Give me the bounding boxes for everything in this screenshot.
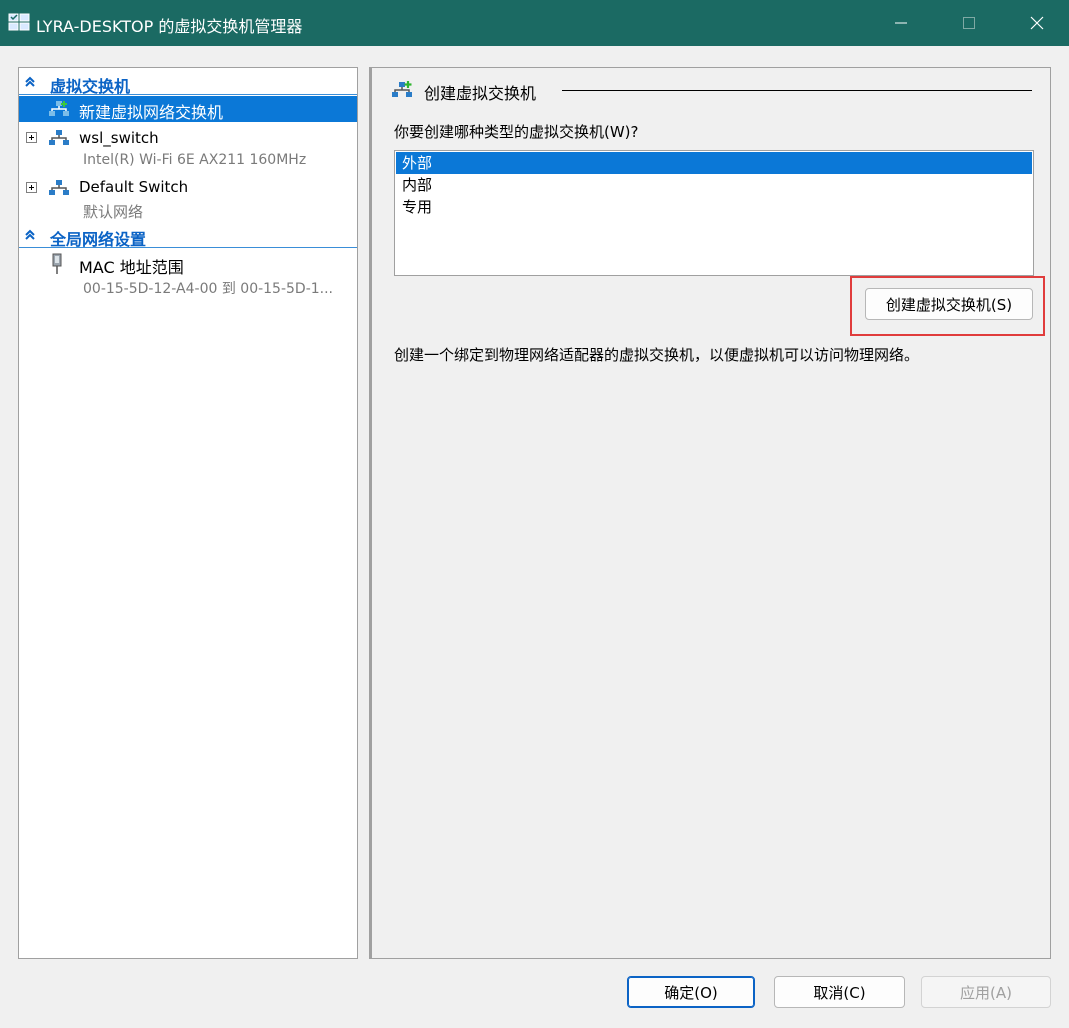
minimize-icon	[895, 22, 907, 24]
new-switch-icon	[49, 101, 69, 116]
panel-heading: 创建虚拟交换机	[424, 84, 537, 103]
expand-icon[interactable]	[26, 182, 37, 193]
window-title: LYRA-DESKTOP 的虚拟交换机管理器	[36, 17, 303, 36]
ok-button[interactable]: 确定(O)	[627, 976, 755, 1008]
mac-range-label: MAC 地址范围	[79, 258, 184, 277]
navigation-tree: 虚拟交换机 新建虚拟网络交换机 wsl_switch Intel(R) Wi-F…	[18, 67, 358, 959]
expand-icon[interactable]	[26, 132, 37, 143]
maximize-icon	[963, 17, 975, 29]
collapse-chevron-icon	[25, 76, 35, 87]
heading-divider	[562, 90, 1032, 91]
switch-manager-app-icon	[8, 13, 30, 31]
switch-type-listbox[interactable]: 外部 内部 专用	[394, 150, 1034, 276]
details-panel: 创建虚拟交换机 你要创建哪种类型的虚拟交换机(W)? 外部 内部 专用 创建虚拟…	[369, 67, 1051, 959]
switch-type-option-external[interactable]: 外部	[396, 152, 1032, 174]
network-adapter-icon	[52, 253, 62, 274]
minimize-button[interactable]	[870, 0, 932, 46]
close-button[interactable]	[1006, 0, 1068, 46]
network-switch-icon	[49, 130, 69, 145]
switch-name: Default Switch	[79, 178, 189, 196]
switch-type-option-private[interactable]: 专用	[396, 196, 1032, 218]
tree-item-label: 新建虚拟网络交换机	[79, 103, 224, 122]
switch-type-option-internal[interactable]: 内部	[396, 174, 1032, 196]
tree-item-wsl-switch[interactable]: wsl_switch Intel(R) Wi-Fi 6E AX211 160MH…	[19, 124, 357, 172]
switch-adapter: Intel(R) Wi-Fi 6E AX211 160MHz	[83, 152, 307, 168]
switch-type-description: 创建一个绑定到物理网络适配器的虚拟交换机，以便虚拟机可以访问物理网络。	[394, 346, 920, 364]
tree-item-default-switch[interactable]: Default Switch 默认网络	[19, 174, 357, 222]
switch-name: wsl_switch	[79, 129, 159, 147]
close-icon	[1030, 16, 1044, 30]
create-switch-icon	[392, 81, 412, 97]
network-switch-icon	[49, 180, 69, 195]
maximize-button[interactable]	[938, 0, 1000, 46]
tree-item-mac-range[interactable]: MAC 地址范围 00-15-5D-12-A4-00 到 00-15-5D-1.…	[19, 250, 357, 298]
collapse-chevron-icon	[25, 229, 35, 240]
mac-range-value: 00-15-5D-12-A4-00 到 00-15-5D-1...	[83, 281, 334, 297]
apply-button[interactable]: 应用(A)	[921, 976, 1051, 1008]
section-global-network-settings[interactable]: 全局网络设置	[19, 225, 357, 249]
tree-item-new-switch[interactable]: 新建虚拟网络交换机	[19, 96, 357, 122]
section-virtual-switches[interactable]: 虚拟交换机	[19, 72, 357, 96]
section-label: 全局网络设置	[50, 230, 147, 249]
switch-adapter: 默认网络	[83, 203, 144, 221]
create-virtual-switch-button[interactable]: 创建虚拟交换机(S)	[865, 288, 1033, 320]
section-label: 虚拟交换机	[50, 77, 131, 96]
switch-type-prompt: 你要创建哪种类型的虚拟交换机(W)?	[394, 123, 639, 141]
cancel-button[interactable]: 取消(C)	[774, 976, 905, 1008]
title-bar: LYRA-DESKTOP 的虚拟交换机管理器	[0, 0, 1069, 46]
